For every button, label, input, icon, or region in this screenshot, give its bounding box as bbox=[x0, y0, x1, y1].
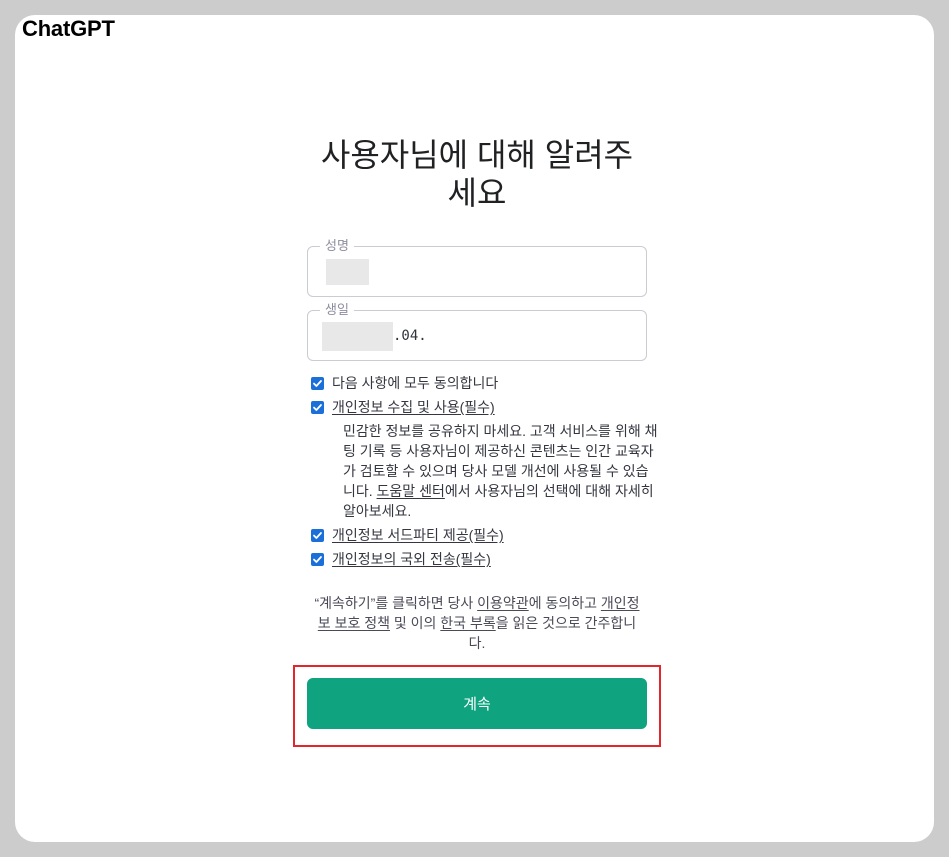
overseas-transfer-consent-link[interactable]: 개인정보의 국외 전송(필수) bbox=[332, 549, 491, 569]
checkmark-icon bbox=[313, 555, 322, 563]
checkmark-icon bbox=[313, 531, 322, 539]
terms-text-part: 및 이의 bbox=[389, 615, 441, 631]
help-center-link[interactable]: 도움말 센터 bbox=[377, 483, 445, 499]
checkbox-overseas-transfer[interactable] bbox=[311, 552, 324, 566]
continue-button[interactable]: 계속 bbox=[307, 678, 647, 729]
redacted-name-value bbox=[326, 259, 369, 285]
checkbox-agree-all[interactable] bbox=[311, 376, 324, 390]
consent-row-agree-all[interactable]: 다음 사항에 모두 동의합니다 bbox=[311, 373, 651, 393]
checkbox-collection[interactable] bbox=[311, 400, 324, 414]
checkmark-icon bbox=[313, 379, 322, 387]
redacted-birthday-value bbox=[322, 322, 393, 351]
agree-all-label[interactable]: 다음 사항에 모두 동의합니다 bbox=[332, 373, 498, 393]
terms-text-part: “계속하기”를 클릭하면 당사 bbox=[314, 595, 478, 611]
page-title-line: 사용자님에 대해 알려주 bbox=[320, 137, 634, 173]
third-party-consent-link[interactable]: 개인정보 서드파티 제공(필수) bbox=[332, 525, 504, 545]
korea-addendum-link[interactable]: 한국 부록 bbox=[440, 615, 495, 631]
name-field-label: 성명 bbox=[320, 238, 354, 254]
terms-text-part: 에 동의하고 bbox=[528, 595, 601, 611]
chatgpt-logo: ChatGPT bbox=[22, 16, 115, 41]
name-input[interactable]: 성명 bbox=[307, 238, 647, 297]
consent-detail-text: 민감한 정보를 공유하지 마세요. 고객 서비스를 위해 채팅 기록 등 사용자… bbox=[343, 421, 659, 521]
terms-notice: “계속하기”를 클릭하면 당사 이용약관에 동의하고 개인정보 보호 정책 및 … bbox=[312, 593, 642, 653]
consent-row-collection[interactable]: 개인정보 수집 및 사용(필수) bbox=[311, 397, 651, 417]
birthday-value: .04. bbox=[393, 328, 427, 344]
checkbox-third-party[interactable] bbox=[311, 528, 324, 542]
consent-row-overseas-transfer[interactable]: 개인정보의 국외 전송(필수) bbox=[311, 549, 651, 569]
terms-of-use-link[interactable]: 이용약관 bbox=[477, 595, 529, 611]
collection-consent-link[interactable]: 개인정보 수집 및 사용(필수) bbox=[332, 397, 495, 417]
checkmark-icon bbox=[313, 403, 322, 411]
birthday-input[interactable]: 생일 .04. bbox=[307, 302, 647, 361]
page-title-line: 세요 bbox=[447, 175, 507, 211]
consent-row-third-party[interactable]: 개인정보 서드파티 제공(필수) bbox=[311, 525, 651, 545]
birthday-field-label: 생일 bbox=[320, 302, 354, 318]
page-title: 사용자님에 대해 알려주 세요 bbox=[257, 136, 697, 212]
